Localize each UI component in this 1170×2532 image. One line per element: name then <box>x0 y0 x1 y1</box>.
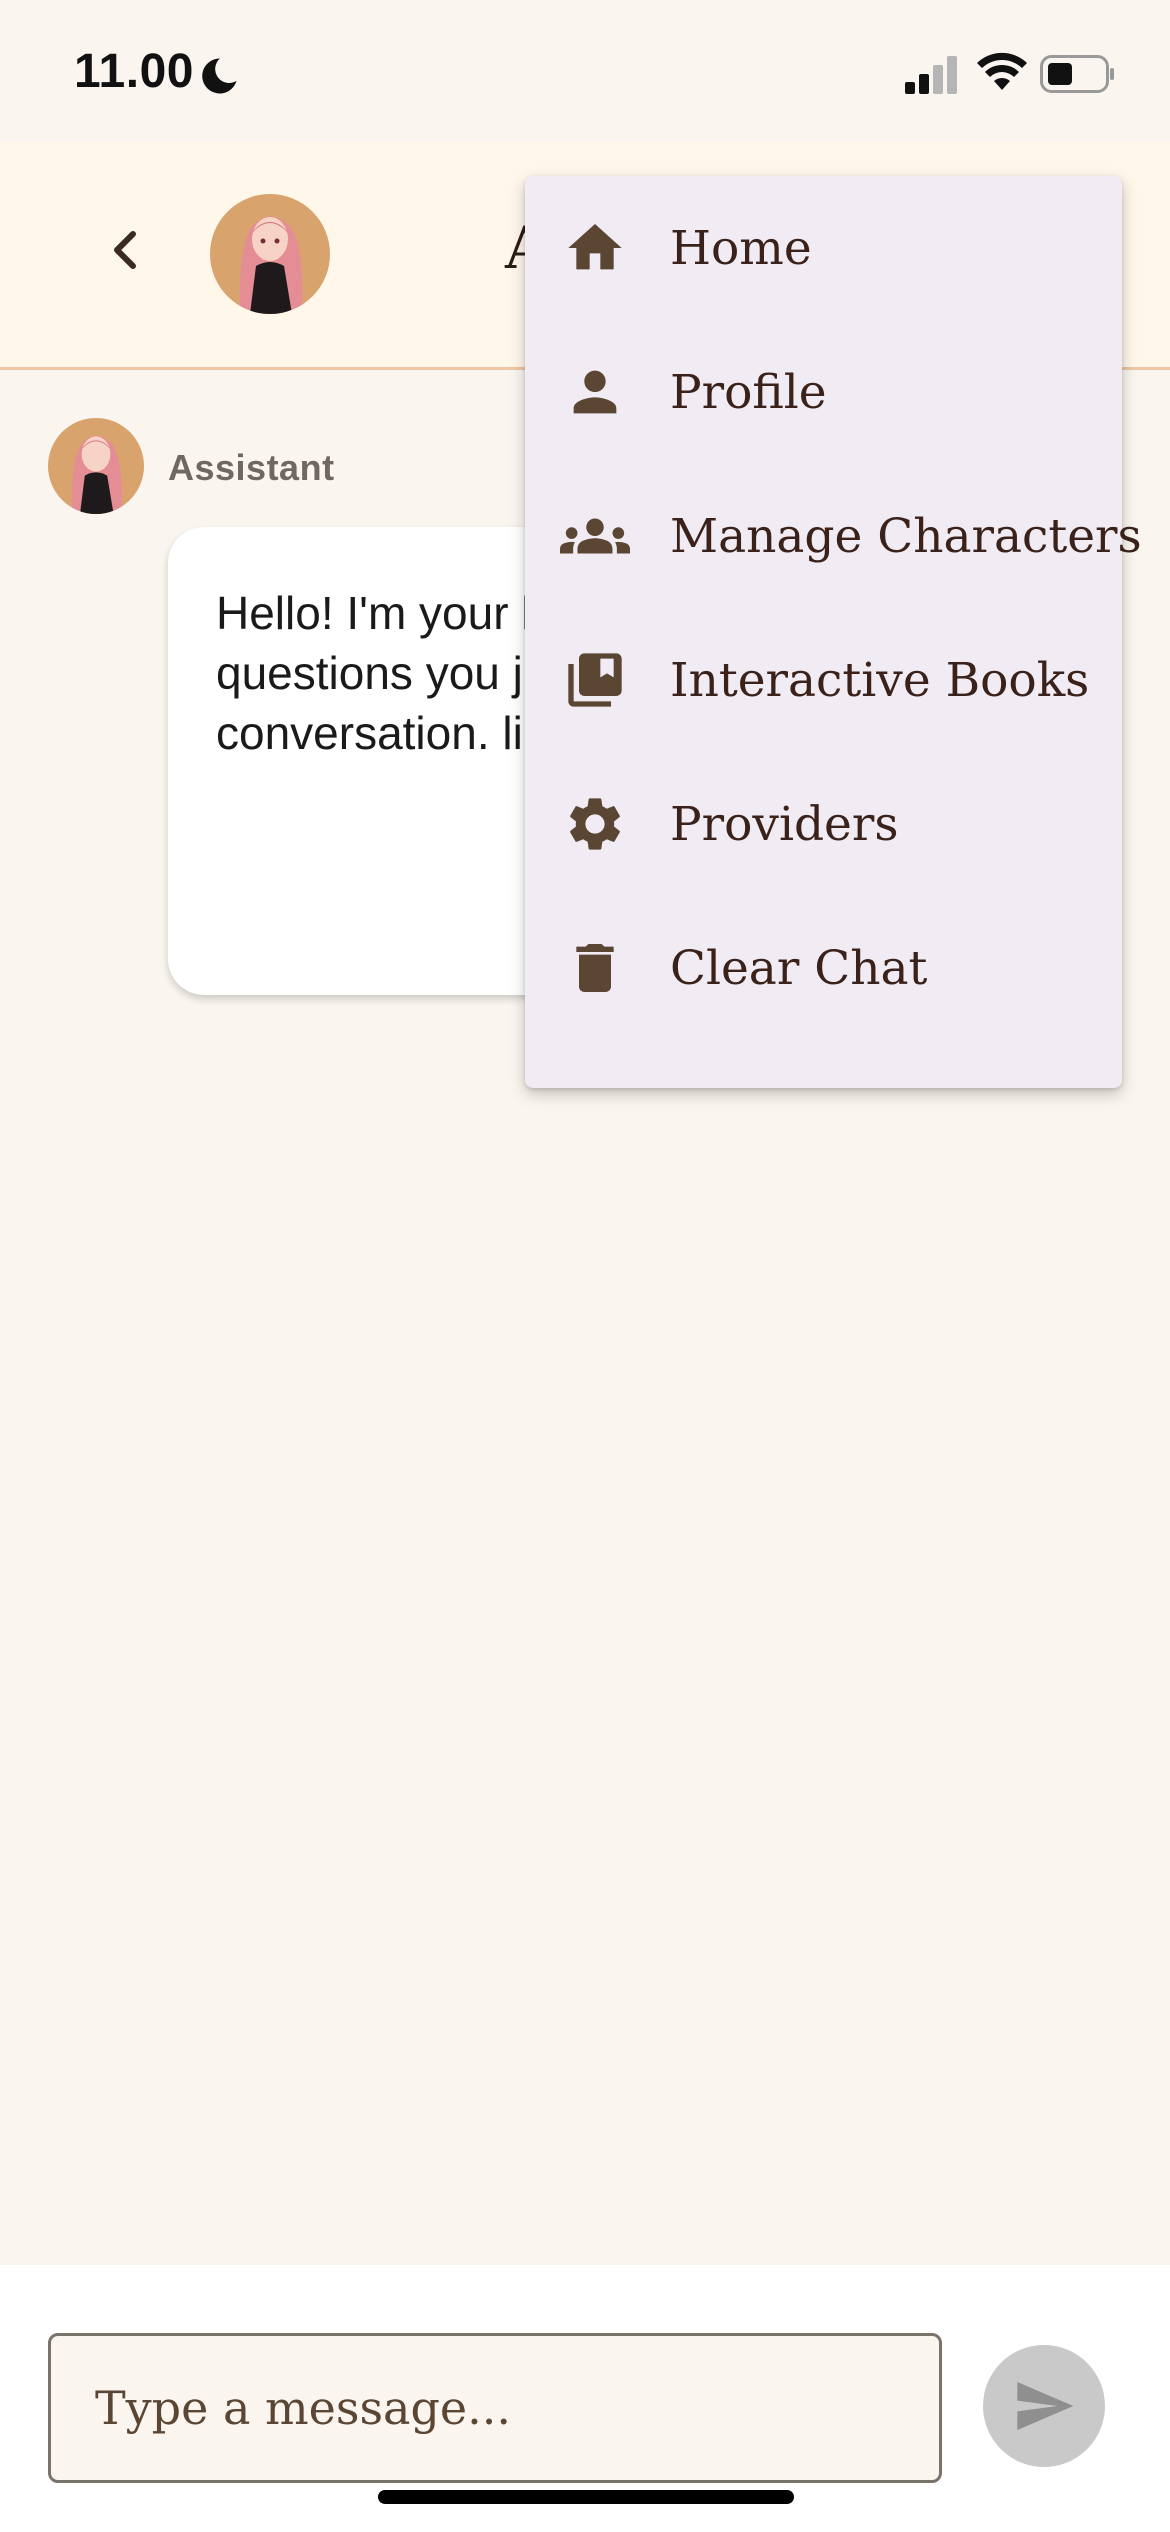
menu-item-manage-characters[interactable]: Manage Characters <box>525 464 1142 608</box>
menu-item-home[interactable]: Home <box>525 176 1122 320</box>
assistant-avatar-image <box>48 418 144 514</box>
menu-item-label: Manage Characters <box>670 508 1142 564</box>
library-books-icon <box>560 645 630 715</box>
gear-icon <box>560 789 630 859</box>
send-button[interactable] <box>983 2345 1105 2467</box>
group-icon <box>560 501 630 571</box>
status-bar: 11.00 <box>0 0 1170 142</box>
status-time: 11.00 <box>74 45 194 98</box>
menu-item-label: Home <box>670 220 812 276</box>
overflow-menu: Home Profile Manage Characters Interacti… <box>525 176 1142 1088</box>
trash-icon <box>560 933 630 1003</box>
character-avatar-image <box>210 194 330 314</box>
menu-item-clear-chat[interactable]: Clear Chat <box>525 896 1122 1040</box>
menu-item-label: Providers <box>670 796 899 852</box>
cellular-signal-icon <box>905 56 957 94</box>
menu-item-label: Profile <box>670 364 827 420</box>
moon-icon <box>202 58 237 94</box>
menu-item-profile[interactable]: Profile <box>525 320 1122 464</box>
menu-item-providers[interactable]: Providers <box>525 752 1122 896</box>
home-icon <box>560 213 630 283</box>
back-button[interactable] <box>95 220 155 280</box>
home-indicator <box>378 2490 794 2504</box>
menu-item-label: Clear Chat <box>670 940 928 996</box>
menu-item-interactive-books[interactable]: Interactive Books <box>525 608 1122 752</box>
message-avatar <box>48 418 144 514</box>
person-icon <box>560 357 630 427</box>
message-sender: Assistant <box>168 447 335 488</box>
menu-item-label: Interactive Books <box>670 652 1090 708</box>
chevron-left-icon <box>114 231 136 269</box>
send-icon <box>1017 2382 1074 2430</box>
character-avatar[interactable] <box>210 194 330 314</box>
battery-icon <box>1040 55 1114 93</box>
message-input[interactable] <box>48 2333 942 2483</box>
wifi-icon <box>977 52 1027 90</box>
